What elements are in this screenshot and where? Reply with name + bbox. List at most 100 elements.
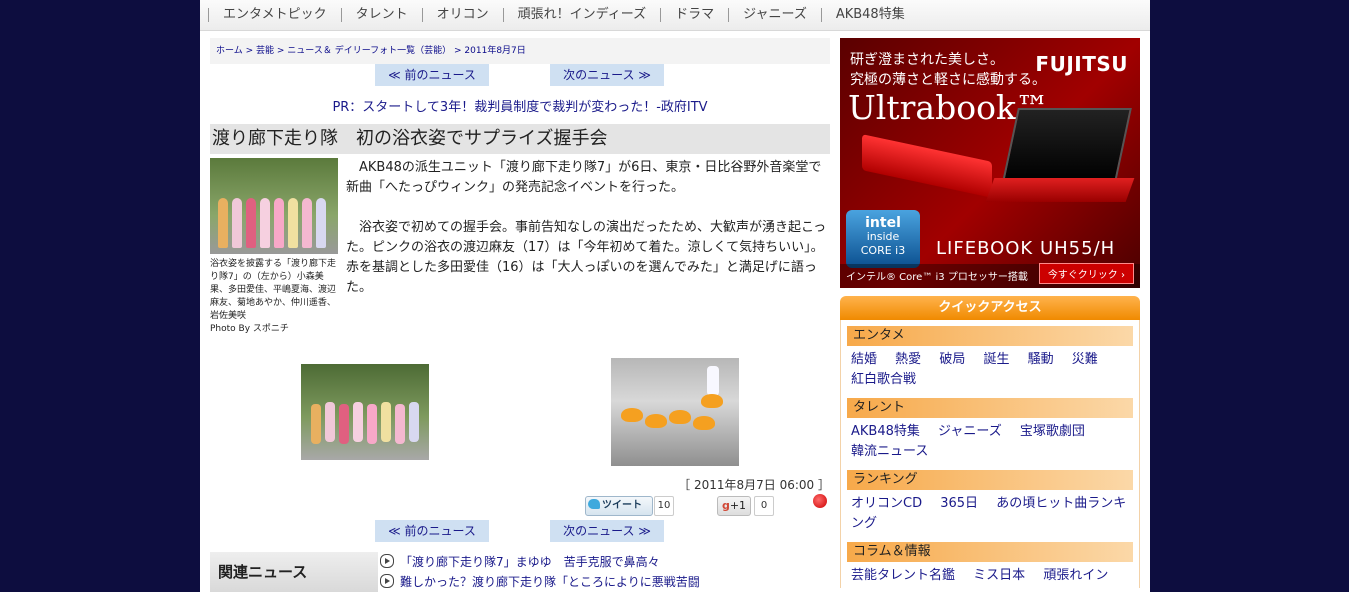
pr-link[interactable]: PR：スタートして3年！裁判員制度で裁判が変わった！-政府ITV — [210, 96, 830, 116]
social-buttons: ツイート 10 g+1 0 — [210, 494, 830, 520]
nav-item-talent[interactable]: タレント — [340, 8, 422, 22]
breadcrumb: ホーム > 芸能 > ニュース＆ デイリーフォト一覧（芸能） > 2011年8月… — [210, 38, 830, 64]
qa-section-heading: エンタメ — [847, 326, 1133, 346]
prev-news-button[interactable]: ≪ 前のニュース — [375, 64, 489, 86]
qa-link-soudou[interactable]: 騒動 — [1028, 352, 1054, 367]
ad-line-2: 究極の薄さと軽さに感動する。 — [850, 72, 1046, 88]
fujitsu-logo: FUJITSU — [1035, 52, 1128, 76]
related-news-list: 「渡り廊下走り隊7」まゆゆ 苦手克服で鼻高々 難しかった？渡り廊下走り隊「ところ… — [380, 552, 830, 592]
qa-link-miss-japan[interactable]: ミス日本 — [973, 568, 1025, 583]
related-news: 関連ニュース 「渡り廊下走り隊7」まゆゆ 苦手克服で鼻高々 難しかった？渡り廊下… — [210, 552, 830, 592]
breadcrumb-geinou[interactable]: 芸能 — [256, 46, 274, 56]
qa-links: オリコンCD 365日 あの頃ヒット曲ランキング — [847, 490, 1133, 536]
ad-processor-text: インテル® Core™ i3 プロセッサー搭載 — [846, 272, 1028, 283]
breadcrumb-list[interactable]: ニュース＆ デイリーフォト一覧（芸能） — [287, 46, 451, 56]
qa-link-kanryu[interactable]: 韓流ニュース — [851, 444, 928, 459]
article-photos — [210, 348, 830, 468]
page: エンタメトピック タレント オリコン 頑張れ！インディーズ ドラマ ジャニーズ … — [200, 0, 1150, 592]
nav-item-indies[interactable]: 頑張れ！インディーズ — [502, 8, 660, 22]
article-thumbnail[interactable] — [210, 158, 338, 254]
article-paragraph-1: AKB48の派生ユニット「渡り廊下走り隊7」が6日、東京・日比谷野外音楽堂で新曲… — [346, 160, 822, 195]
twitter-bird-icon — [588, 499, 600, 509]
qa-link-indies[interactable]: 頑張れイン — [1043, 568, 1108, 583]
qa-link-sainan[interactable]: 災難 — [1072, 352, 1098, 367]
tweet-label: ツイート — [602, 500, 642, 511]
qa-links: 結婚 熱愛 破局 誕生 騒動 災難 紅白歌合戦 — [847, 346, 1133, 392]
qa-link-365[interactable]: 365日 — [940, 496, 978, 511]
quick-access-header: クイックアクセス — [840, 296, 1140, 320]
qa-link-johnnys[interactable]: ジャニーズ — [938, 424, 1002, 439]
intel-inside-text: inside — [866, 230, 900, 243]
ad-click-button[interactable]: 今すぐクリック › — [1038, 263, 1134, 284]
qa-section-ranking: ランキング オリコンCD 365日 あの頃ヒット曲ランキング — [847, 470, 1133, 536]
tweet-button[interactable]: ツイート — [585, 496, 653, 516]
qa-link-kekkon[interactable]: 結婚 — [851, 352, 877, 367]
next-news-button-bottom[interactable]: 次のニュース ≫ — [550, 520, 664, 542]
tweet-count: 10 — [654, 496, 674, 516]
play-circle-icon — [380, 574, 394, 588]
article-date: ［ 2011年8月7日 06:00 ］ — [678, 478, 830, 492]
qa-link-talent-meikan[interactable]: 芸能タレント名鑑 — [851, 568, 955, 583]
related-news-heading: 関連ニュース — [210, 552, 378, 592]
ad-line-1: 研ぎ澄まされた美しさ。 — [850, 52, 1004, 68]
qa-link-kouhaku[interactable]: 紅白歌合戦 — [851, 372, 916, 387]
qa-link-hakyoku[interactable]: 破局 — [939, 352, 965, 367]
gplus-icon: g — [721, 499, 730, 512]
related-news-item[interactable]: 難しかった？渡り廊下走り隊「ところによりに悪戦苦闘 — [380, 572, 830, 592]
ad-model-name: LIFEBOOK UH55/H — [936, 238, 1116, 259]
ad-copy: 研ぎ澄まされた美しさ。 究極の薄さと軽さに感動する。 — [850, 50, 1046, 90]
qa-section-entame: エンタメ 結婚 熱愛 破局 誕生 騒動 災難 紅白歌合戦 — [847, 326, 1133, 392]
nav-item-johnnys[interactable]: ジャニーズ — [728, 8, 821, 22]
intel-logo: intel — [865, 215, 901, 231]
pager-top: ≪ 前のニュース 次のニュース ≫ — [210, 64, 830, 88]
caption-text: 浴衣姿を披露する「渡り廊下走り隊7」の（左から）小森美果、多田愛佳、平嶋夏海、渡… — [210, 259, 337, 321]
qa-section-column: コラム＆情報 芸能タレント名鑑 ミス日本 頑張れイン — [847, 542, 1133, 588]
qa-link-takarazuka[interactable]: 宝塚歌劇団 — [1020, 424, 1085, 439]
laptop-screen-image — [1002, 108, 1132, 182]
qa-section-heading: ランキング — [847, 470, 1133, 490]
quick-access-box: エンタメ 結婚 熱愛 破局 誕生 騒動 災難 紅白歌合戦 タレント AKB48特… — [840, 320, 1140, 588]
related-news-item-label: 「渡り廊下走り隊7」まゆゆ 苦手克服で鼻高々 — [400, 555, 660, 569]
top-navigation: エンタメトピック タレント オリコン 頑張れ！インディーズ ドラマ ジャニーズ … — [200, 0, 1150, 31]
photo-stage-performance[interactable] — [611, 358, 739, 466]
intel-inside-badge: intel inside CORE i3 — [846, 210, 920, 268]
nav-item-akb48[interactable]: AKB48特集 — [820, 8, 919, 22]
gplus-button[interactable]: g+1 — [717, 496, 751, 516]
qa-link-netsuai[interactable]: 熱愛 — [895, 352, 921, 367]
qa-links: 芸能タレント名鑑 ミス日本 頑張れイン — [847, 562, 1133, 588]
gplus-count: 0 — [754, 496, 774, 516]
play-circle-icon — [380, 554, 394, 568]
qa-link-akb48[interactable]: AKB48特集 — [851, 424, 920, 439]
article-title: 渡り廊下走り隊 初の浴衣姿でサプライズ握手会 — [210, 124, 830, 154]
sidebar: 研ぎ澄まされた美しさ。 究極の薄さと軽さに感動する。 FUJITSU Ultra… — [840, 38, 1140, 592]
photo-credit: Photo By スポニチ — [210, 324, 289, 334]
related-news-item[interactable]: 「渡り廊下走り隊7」まゆゆ 苦手克服で鼻高々 — [380, 552, 830, 572]
fujitsu-ad-banner[interactable]: 研ぎ澄まされた美しさ。 究極の薄さと軽さに感動する。 FUJITSU Ultra… — [840, 38, 1140, 288]
qa-link-tanjou[interactable]: 誕生 — [983, 352, 1009, 367]
photo-caption: 浴衣姿を披露する「渡り廊下走り隊7」の（左から）小森美果、多田愛佳、平嶋夏海、渡… — [210, 258, 338, 336]
qa-section-heading: コラム＆情報 — [847, 542, 1133, 562]
red-laptop-image — [862, 134, 992, 198]
related-news-item-label: 難しかった？渡り廊下走り隊「ところによりに悪戦苦闘 — [400, 575, 700, 589]
qa-section-talent: タレント AKB48特集 ジャニーズ 宝塚歌劇団 韓流ニュース — [847, 398, 1133, 464]
nav-item-entame-topic[interactable]: エンタメトピック — [208, 8, 341, 22]
qa-section-heading: タレント — [847, 398, 1133, 418]
qa-link-oricon-cd[interactable]: オリコンCD — [851, 496, 922, 511]
intel-core-text: CORE i3 — [860, 244, 906, 257]
prev-news-button-bottom[interactable]: ≪ 前のニュース — [375, 520, 489, 542]
laptop-base-image — [985, 178, 1135, 202]
article-paragraph-2: 浴衣姿で初めての握手会。事前告知なしの演出だったため、大歓声が湧き起こった。ピン… — [346, 220, 827, 295]
main-column: ホーム > 芸能 > ニュース＆ デイリーフォト一覧（芸能） > 2011年8月… — [210, 38, 830, 592]
pager-bottom: ≪ 前のニュース 次のニュース ≫ — [210, 520, 830, 544]
photo-yukata-group[interactable] — [301, 364, 429, 460]
next-news-button[interactable]: 次のニュース ≫ — [550, 64, 664, 86]
article: 浴衣姿を披露する「渡り廊下走り隊7」の（左から）小森美果、多田愛佳、平嶋夏海、渡… — [210, 158, 830, 348]
nav-item-drama[interactable]: ドラマ — [660, 8, 728, 22]
share-icon[interactable] — [813, 494, 827, 508]
gplus-label: +1 — [729, 499, 747, 512]
qa-links: AKB48特集 ジャニーズ 宝塚歌劇団 韓流ニュース — [847, 418, 1133, 464]
nav-item-oricon[interactable]: オリコン — [421, 8, 503, 22]
breadcrumb-date: 2011年8月7日 — [464, 46, 526, 56]
breadcrumb-home[interactable]: ホーム — [216, 46, 243, 56]
article-body: AKB48の派生ユニット「渡り廊下走り隊7」が6日、東京・日比谷野外音楽堂で新曲… — [346, 158, 830, 318]
